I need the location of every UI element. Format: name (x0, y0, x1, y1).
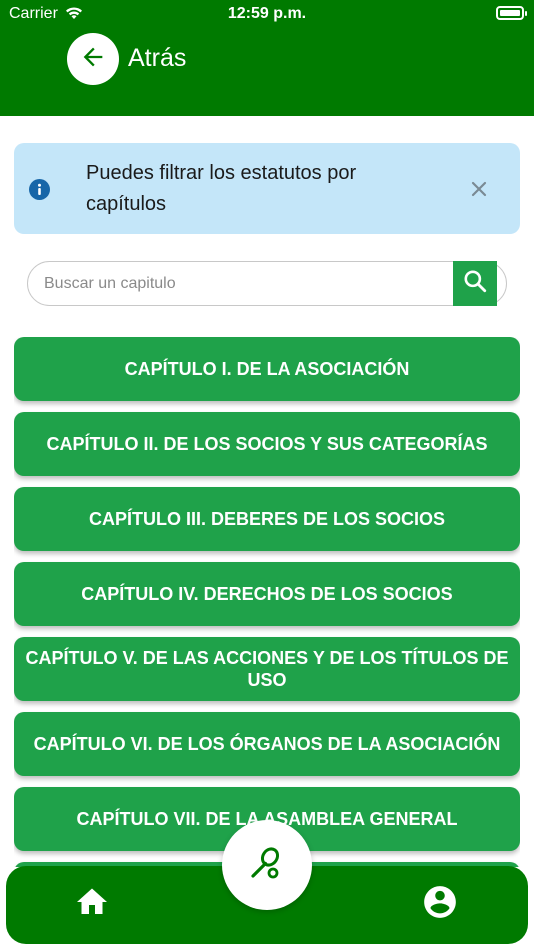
arrow-left-icon (79, 43, 107, 76)
close-banner-button[interactable] (468, 178, 490, 200)
search-input[interactable] (44, 262, 444, 305)
chapter-button[interactable]: CAPÍTULO II. DE LOS SOCIOS Y SUS CATEGOR… (14, 412, 520, 476)
search-bar (27, 261, 507, 306)
status-bar: Carrier 12:59 p.m. (0, 0, 534, 30)
close-icon (468, 181, 490, 204)
account-circle-icon (421, 883, 459, 926)
home-button[interactable] (72, 884, 112, 924)
chapter-button[interactable]: CAPÍTULO V. DE LAS ACCIONES Y DE LOS TÍT… (14, 637, 520, 701)
app-header: Carrier 12:59 p.m. Atrás (0, 0, 534, 116)
info-banner-text: Puedes filtrar los estatutos por capítul… (86, 162, 357, 215)
status-time: 12:59 p.m. (227, 5, 307, 22)
home-icon (74, 884, 110, 925)
info-icon (29, 179, 50, 200)
chapter-button[interactable]: CAPÍTULO I. DE LA ASOCIACIÓN (14, 337, 520, 401)
battery-icon (496, 6, 527, 20)
search-icon (462, 268, 488, 299)
chapter-list: CAPÍTULO I. DE LA ASOCIACIÓN CAPÍTULO II… (14, 337, 520, 867)
center-action-button[interactable] (222, 820, 312, 910)
back-label[interactable]: Atrás (128, 44, 186, 73)
chapter-button[interactable]: CAPÍTULO VI. DE LOS ÓRGANOS DE LA ASOCIA… (14, 712, 520, 776)
chapter-button[interactable]: CAPÍTULO IV. DERECHOS DE LOS SOCIOS (14, 562, 520, 626)
profile-button[interactable] (420, 884, 460, 924)
back-button[interactable] (67, 33, 119, 85)
racket-icon (247, 843, 287, 888)
chapter-button[interactable]: CAPÍTULO III. DEBERES DE LOS SOCIOS (14, 487, 520, 551)
search-button[interactable] (453, 261, 497, 306)
